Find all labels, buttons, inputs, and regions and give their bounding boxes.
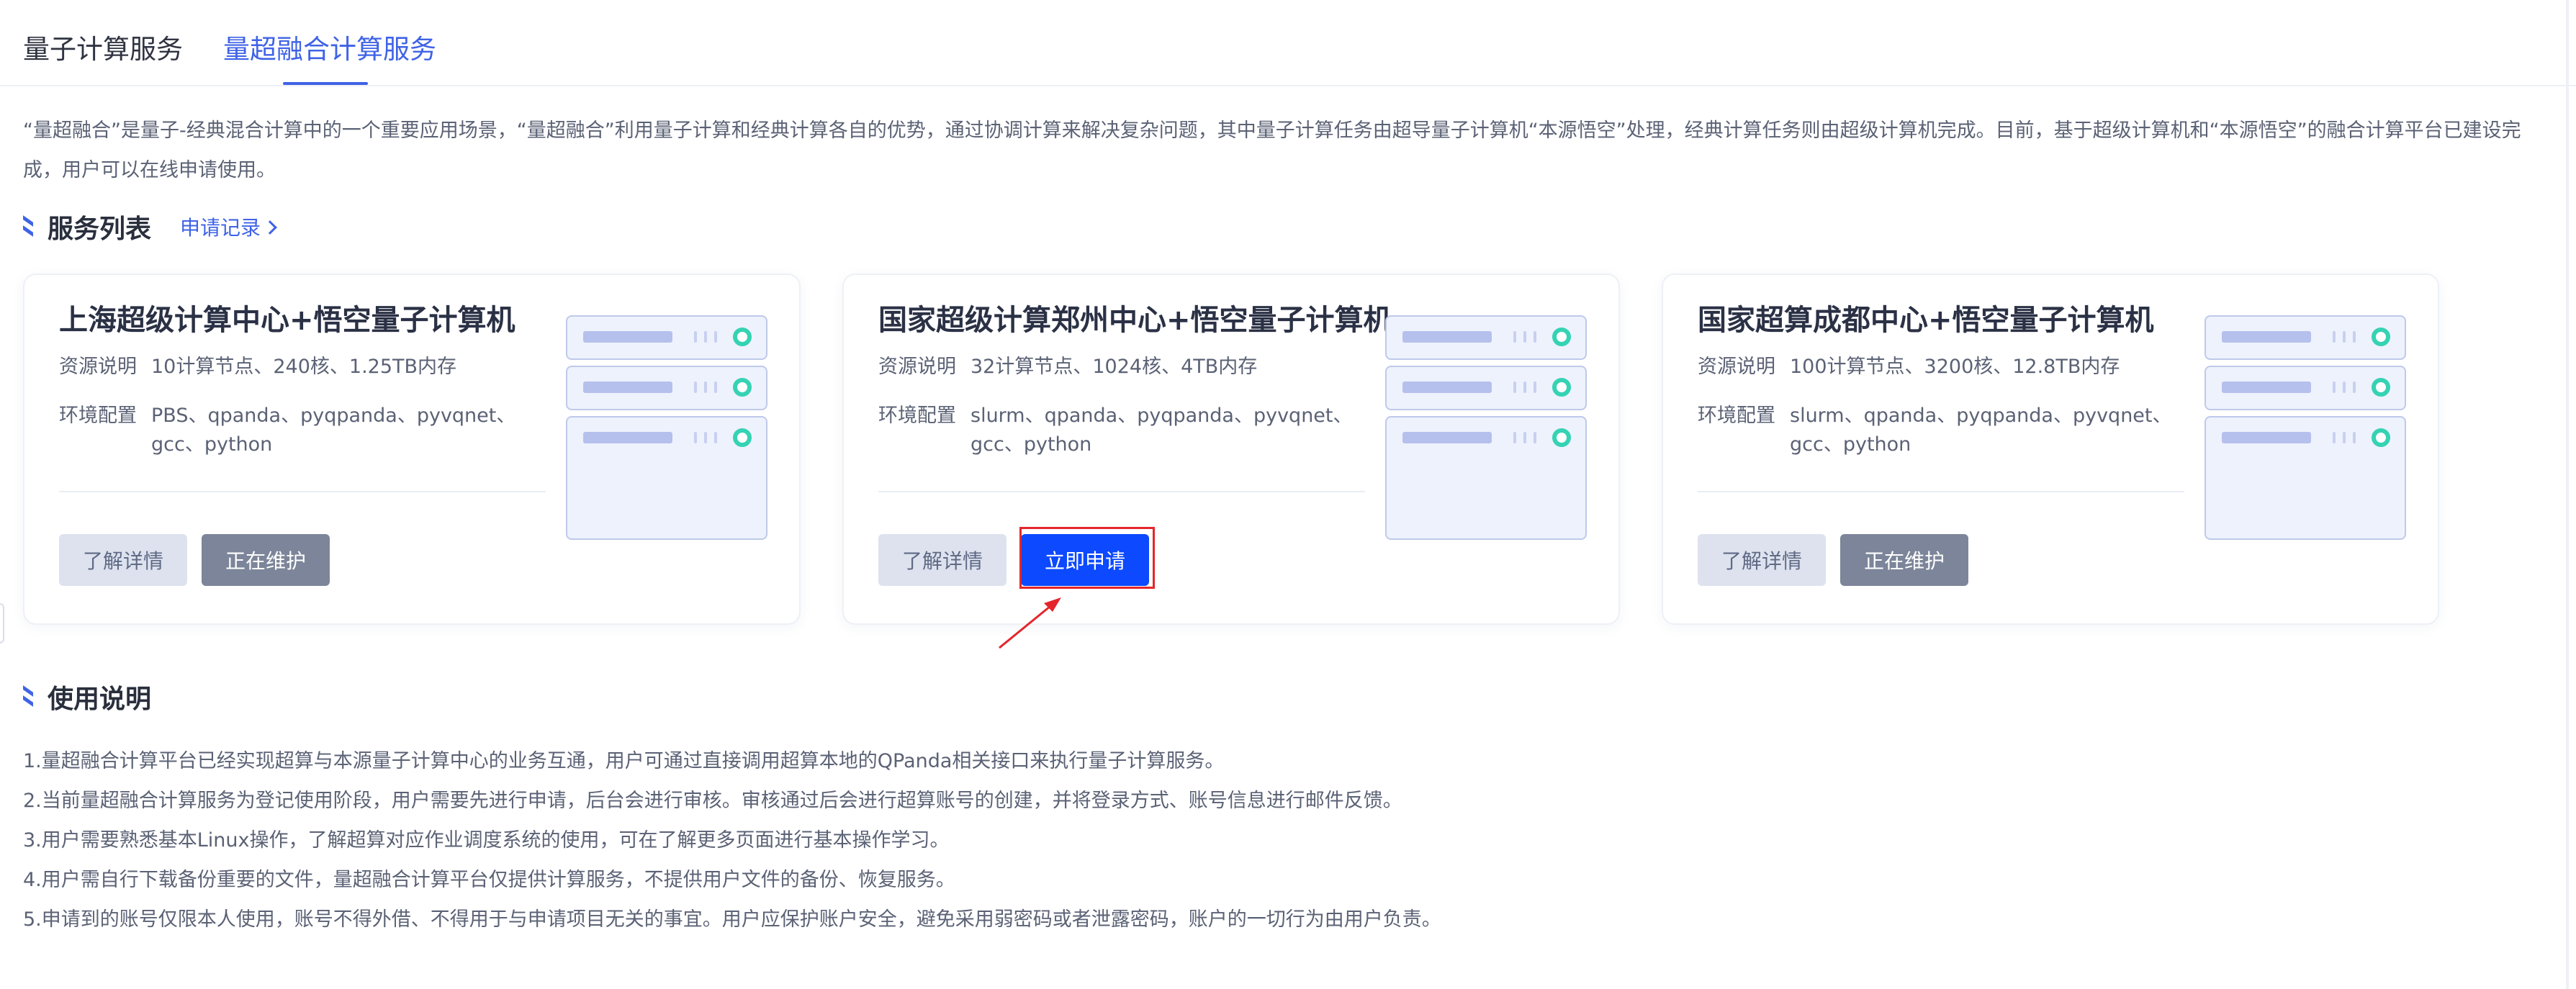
env-label: 环境配置 xyxy=(59,405,137,427)
intro-text: “量超融合”是量子-经典混合计算中的一个重要应用场景，“量超融合”利用量子计算和… xyxy=(23,119,2521,181)
card-title: 国家超算成都中心+悟空量子计算机 xyxy=(1698,304,2154,337)
application-records-label: 申请记录 xyxy=(180,216,261,240)
tab-quantum-computing[interactable]: 量子计算服务 xyxy=(23,32,183,68)
card-divider xyxy=(1698,491,2184,492)
card-title: 国家超级计算郑州中心+悟空量子计算机 xyxy=(878,304,1392,337)
usage-section-header: 使用说明 xyxy=(23,675,151,718)
chevron-right-icon xyxy=(263,220,277,235)
resource-value: 32计算节点、1024核、4TB内存 xyxy=(970,356,1258,378)
usage-note-item: 2.当前量超融合计算服务为登记使用阶段，用户需要先进行申请，后台会进行审核。审核… xyxy=(23,790,1402,812)
card-env-row: 环境配置 slurm、qpanda、pyqpanda、pyvqnet、gcc、p… xyxy=(1698,402,2193,459)
card-env-row: 环境配置 PBS、qpanda、pyqpanda、pyvqnet、gcc、pyt… xyxy=(59,402,554,459)
resource-label: 资源说明 xyxy=(1698,356,1775,378)
services-section-title: 服务列表 xyxy=(48,214,152,244)
page: 量子计算服务 量超融合计算服务 “量超融合”是量子-经典混合计算中的一个重要应用… xyxy=(0,0,2576,989)
card-resource-row: 资源说明 10计算节点、240核、1.25TB内存 xyxy=(59,353,554,381)
env-value: PBS、qpanda、pyqpanda、pyvqnet、gcc、python xyxy=(151,405,516,456)
active-tab-indicator xyxy=(283,82,368,85)
arrow-pointer-icon xyxy=(999,597,1061,649)
card-title: 上海超级计算中心+悟空量子计算机 xyxy=(59,304,515,337)
usage-notes-list: 1.量超融合计算平台已经实现超算与本源量子计算中心的业务互通，用户可通过直接调用… xyxy=(23,741,2543,939)
learn-more-button[interactable]: 了解详情 xyxy=(59,534,187,586)
env-label: 环境配置 xyxy=(878,405,956,427)
usage-note-item: 1.量超融合计算平台已经实现超算与本源量子计算中心的业务互通，用户可通过直接调用… xyxy=(23,750,1225,772)
resource-value: 10计算节点、240核、1.25TB内存 xyxy=(151,356,457,378)
card-divider xyxy=(878,491,1365,492)
resource-label: 资源说明 xyxy=(878,356,956,378)
section-mark-icon xyxy=(23,216,33,238)
maintenance-button[interactable]: 正在维护 xyxy=(1840,534,1968,586)
learn-more-button[interactable]: 了解详情 xyxy=(1698,534,1826,586)
apply-button-highlight xyxy=(1019,527,1155,589)
usage-note-item: 3.用户需要熟悉基本Linux操作，了解超算对应作业调度系统的使用，可在了解更多… xyxy=(23,829,950,852)
page-scrollbar[interactable] xyxy=(2566,0,2569,989)
resource-value: 100计算节点、3200核、12.8TB内存 xyxy=(1790,356,2120,378)
service-card-zhengzhou: 国家超级计算郑州中心+悟空量子计算机 资源说明 32计算节点、1024核、4TB… xyxy=(842,274,1620,625)
services-section-header: 服务列表 申请记录 xyxy=(23,205,277,248)
card-env-row: 环境配置 slurm、qpanda、pyqpanda、pyvqnet、gcc、p… xyxy=(878,402,1374,459)
side-collapse-handle[interactable] xyxy=(0,603,4,643)
card-divider xyxy=(59,491,546,492)
usage-note-item: 5.申请到的账号仅限本人使用，账号不得外借、不得用于与申请项目无关的事宜。用户应… xyxy=(23,908,1441,931)
section-mark-icon xyxy=(23,686,33,708)
card-resource-row: 资源说明 100计算节点、3200核、12.8TB内存 xyxy=(1698,353,2193,381)
env-value: slurm、qpanda、pyqpanda、pyvqnet、gcc、python xyxy=(1790,405,2172,456)
tab-bar: 量子计算服务 量超融合计算服务 xyxy=(0,0,2576,86)
card-resource-row: 资源说明 32计算节点、1024核、4TB内存 xyxy=(878,353,1374,381)
env-label: 环境配置 xyxy=(1698,405,1775,427)
tab-quantum-super-fusion[interactable]: 量超融合计算服务 xyxy=(223,32,436,68)
learn-more-button[interactable]: 了解详情 xyxy=(878,534,1006,586)
env-value: slurm、qpanda、pyqpanda、pyvqnet、gcc、python xyxy=(970,405,1353,456)
service-card-shanghai: 上海超级计算中心+悟空量子计算机 资源说明 10计算节点、240核、1.25TB… xyxy=(23,274,801,625)
resource-label: 资源说明 xyxy=(59,356,137,378)
application-records-link[interactable]: 申请记录 xyxy=(180,212,277,241)
usage-note-item: 4.用户需自行下载备份重要的文件，量超融合计算平台仅提供计算服务，不提供用户文件… xyxy=(23,869,955,891)
service-card-chengdu: 国家超算成都中心+悟空量子计算机 资源说明 100计算节点、3200核、12.8… xyxy=(1662,274,2439,625)
usage-section-title: 使用说明 xyxy=(48,685,152,714)
maintenance-button[interactable]: 正在维护 xyxy=(202,534,330,586)
